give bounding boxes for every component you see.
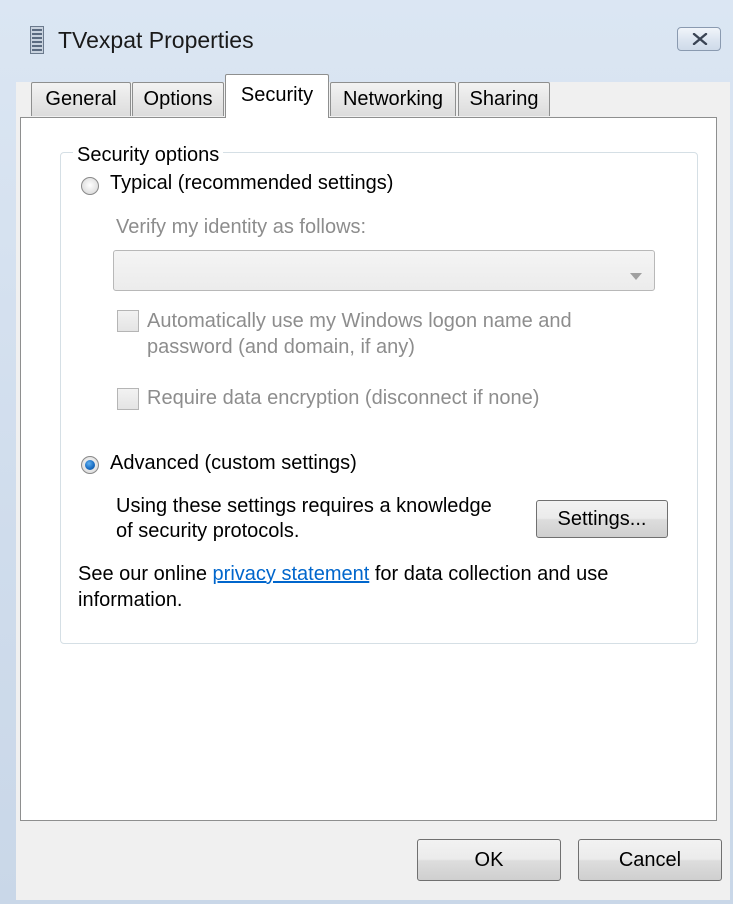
privacy-text: See our online privacy statement for dat… <box>78 563 608 586</box>
tab-sharing[interactable]: Sharing <box>458 82 550 116</box>
tab-label: Sharing <box>469 88 539 110</box>
tab-label: Networking <box>342 88 444 110</box>
tab-options[interactable]: Options <box>132 82 224 116</box>
auto-logon-label-line1: Automatically use my Windows logon name … <box>147 310 572 332</box>
require-encryption-label: Require data encryption (disconnect if n… <box>147 387 540 409</box>
window-title: TVexpat Properties <box>58 27 254 53</box>
privacy-suffix: for data collection and use <box>369 563 609 585</box>
advanced-label[interactable]: Advanced (custom settings) <box>110 452 357 475</box>
title-bar[interactable]: TVexpat Properties <box>0 0 733 82</box>
document-icon <box>30 26 44 54</box>
tab-general[interactable]: General <box>31 82 131 116</box>
ok-button[interactable]: OK <box>417 839 561 881</box>
settings-button-label: Settings... <box>557 508 647 530</box>
cancel-button-label: Cancel <box>618 849 682 871</box>
tab-label: Security <box>240 84 314 106</box>
tab-label: General <box>45 88 117 110</box>
advanced-desc-line1: Using these settings requires a knowledg… <box>116 495 492 517</box>
require-encryption-checkbox[interactable] <box>117 388 139 410</box>
close-button[interactable] <box>677 27 721 51</box>
privacy-text-line2: information. <box>78 589 183 611</box>
cancel-button[interactable]: Cancel <box>578 839 722 881</box>
verify-identity-label: Verify my identity as follows: <box>116 216 367 238</box>
auto-logon-checkbox[interactable] <box>117 310 139 332</box>
verify-identity-dropdown[interactable] <box>113 250 655 291</box>
advanced-radio[interactable] <box>81 456 99 474</box>
settings-button[interactable]: Settings... <box>536 500 668 538</box>
auto-logon-label-line2: password (and domain, if any) <box>147 336 415 358</box>
advanced-desc-line2: of security protocols. <box>116 520 300 542</box>
chevron-down-icon <box>630 267 642 285</box>
privacy-prefix: See our online <box>78 563 213 585</box>
tab-security[interactable]: Security <box>225 74 329 118</box>
group-title: Security options <box>73 144 224 167</box>
properties-dialog: TVexpat Properties General Options Secur… <box>0 0 733 904</box>
tab-label: Options <box>143 88 213 110</box>
privacy-statement-link[interactable]: privacy statement <box>213 563 370 585</box>
typical-radio[interactable] <box>81 177 99 195</box>
typical-label[interactable]: Typical (recommended settings) <box>110 172 393 195</box>
tab-networking[interactable]: Networking <box>330 82 456 116</box>
ok-button-label: OK <box>474 849 504 871</box>
